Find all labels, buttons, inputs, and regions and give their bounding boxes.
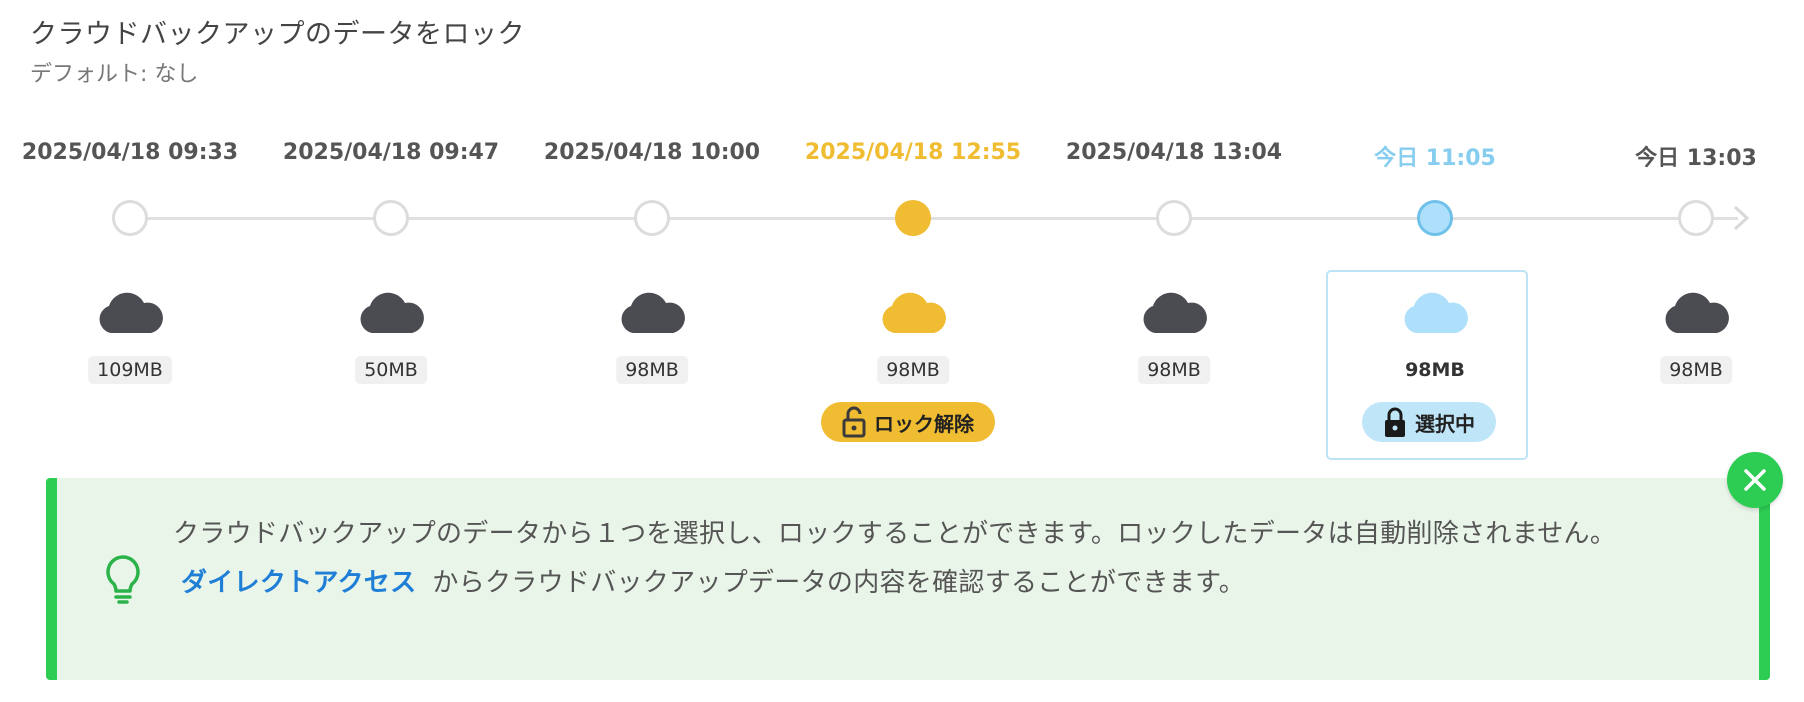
- snapshot-date: 今日 11:05: [1374, 146, 1496, 171]
- snapshot-size: 50MB: [355, 356, 427, 384]
- snapshot-item[interactable]: 今日 11:05 98MB: [1305, 0, 1565, 470]
- timeline-node[interactable]: [112, 200, 148, 236]
- direct-access-link[interactable]: ダイレクトアクセス: [181, 568, 416, 598]
- snapshot-item[interactable]: 2025/04/18 13:04 98MB: [1044, 0, 1304, 470]
- info-text-line2: ダイレクトアクセス からクラウドバックアップデータの内容を確認することができます。: [181, 562, 1245, 599]
- lightbulb-icon: [106, 555, 140, 604]
- selected-badge: 選択中: [1362, 402, 1496, 442]
- timeline-node[interactable]: [895, 200, 931, 236]
- padlock-icon: [1385, 407, 1405, 437]
- info-panel: クラウドバックアップのデータから１つを選択し、ロックすることができます。ロックし…: [46, 478, 1770, 680]
- unlock-badge[interactable]: ロック解除: [821, 402, 995, 442]
- info-text-line2-rest: からクラウドバックアップデータの内容を確認することができます。: [432, 568, 1246, 598]
- timeline-node[interactable]: [373, 200, 409, 236]
- timeline-node[interactable]: [1156, 200, 1192, 236]
- cloud-icon: [99, 292, 163, 333]
- snapshot-item[interactable]: 2025/04/18 09:47 50MB: [261, 0, 521, 470]
- snapshot-item[interactable]: 2025/04/18 10:00 98MB: [522, 0, 782, 470]
- cloud-icon: [1404, 292, 1468, 333]
- snapshot-item[interactable]: 2025/04/18 09:33 109MB: [0, 0, 260, 470]
- snapshot-item[interactable]: 2025/04/18 12:55 98MB: [783, 0, 1043, 470]
- snapshot-date: 2025/04/18 09:47: [282, 140, 500, 165]
- timeline-node[interactable]: [634, 200, 670, 236]
- close-button[interactable]: [1727, 452, 1783, 508]
- snapshot-size: 98MB: [616, 356, 688, 384]
- snapshot-size: 98MB: [1660, 356, 1732, 384]
- snapshot-date: 2025/04/18 09:33: [21, 140, 239, 165]
- close-icon: [1744, 469, 1766, 491]
- cloud-icon: [621, 292, 685, 333]
- snapshot-size: 98MB: [1138, 356, 1210, 384]
- snapshot-item[interactable]: 今日 13:03 98MB: [1566, 0, 1804, 470]
- snapshot-date: 2025/04/18 12:55: [804, 140, 1022, 165]
- timeline-node[interactable]: [1417, 200, 1453, 236]
- snapshot-size: 98MB: [877, 356, 949, 384]
- selected-badge-label: 選択中: [1415, 411, 1475, 436]
- snapshot-date: 今日 13:03: [1635, 146, 1757, 171]
- cloud-icon: [1665, 292, 1729, 333]
- snapshot-date: 2025/04/18 13:04: [1065, 140, 1283, 165]
- cloud-icon: [360, 292, 424, 333]
- snapshot-date: 2025/04/18 10:00: [543, 140, 761, 165]
- info-text-line1: クラウドバックアップのデータから１つを選択し、ロックすることができます。ロックし…: [173, 519, 1617, 549]
- snapshot-size: 109MB: [88, 356, 172, 384]
- cloud-icon: [882, 292, 946, 333]
- timeline-node[interactable]: [1678, 200, 1714, 236]
- snapshot-size: 98MB: [1405, 359, 1465, 381]
- cloud-icon: [1143, 292, 1207, 333]
- unlock-badge-label: ロック解除: [874, 411, 974, 436]
- unlocked-padlock-icon: [842, 406, 866, 438]
